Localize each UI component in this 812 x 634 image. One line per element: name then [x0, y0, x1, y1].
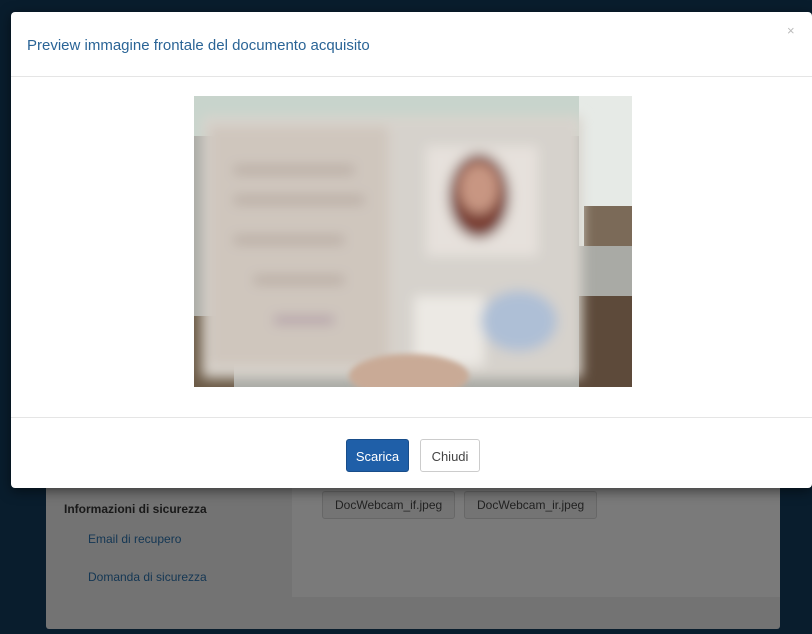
- modal-title: Preview immagine frontale del documento …: [27, 37, 370, 54]
- close-icon[interactable]: ×: [787, 23, 795, 38]
- close-button[interactable]: Chiudi: [420, 439, 480, 472]
- preview-modal: Preview immagine frontale del documento …: [11, 12, 812, 488]
- download-button[interactable]: Scarica: [346, 439, 409, 472]
- document-photo-icon: [194, 96, 632, 387]
- document-preview-image: [194, 96, 632, 387]
- modal-footer: Scarica Chiudi: [11, 417, 812, 489]
- modal-header: Preview immagine frontale del documento …: [11, 12, 812, 77]
